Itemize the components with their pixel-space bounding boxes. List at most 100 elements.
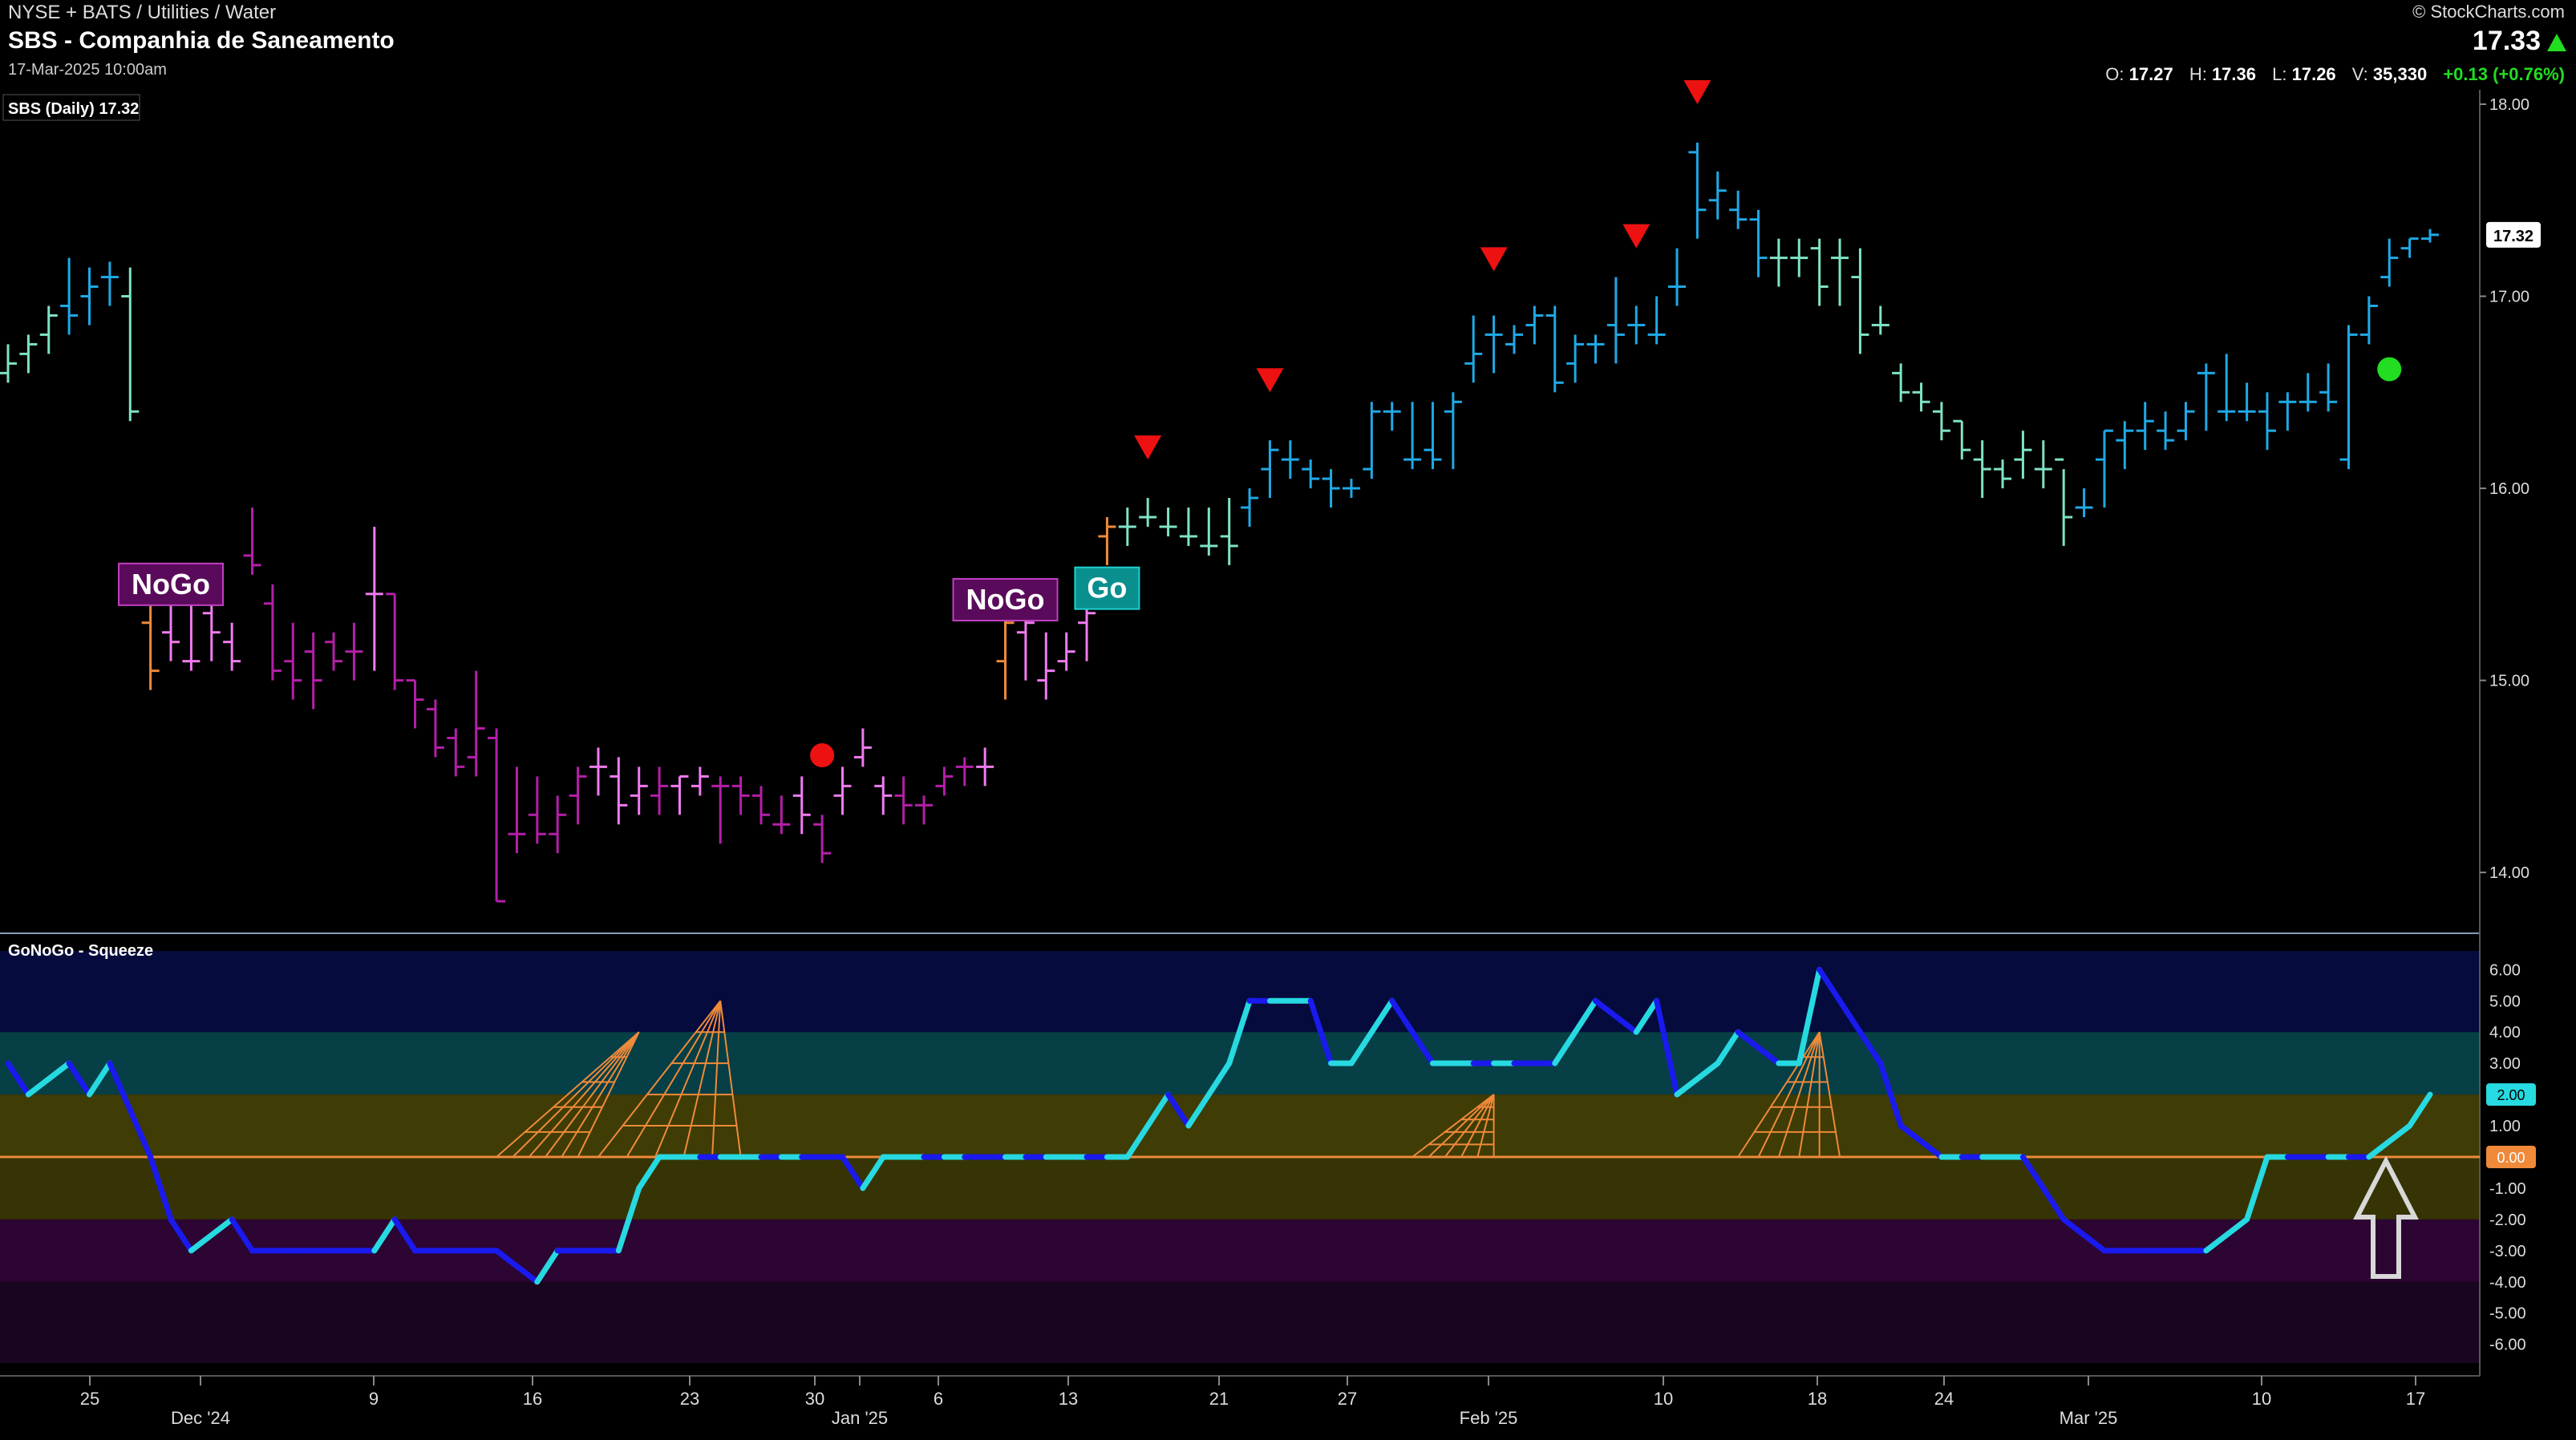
price-bar [1383, 402, 1401, 431]
x-tick-label: 30 [805, 1389, 824, 1409]
price-bar [2034, 440, 2052, 489]
price-bar [1627, 305, 1646, 345]
oscillator-tick-label: -6.00 [2489, 1337, 2526, 1354]
price-bar [610, 757, 628, 825]
oscillator-tick-label: -3.00 [2489, 1243, 2526, 1260]
price-bar [1484, 315, 1503, 374]
price-bar [1810, 238, 1829, 306]
down-triangle-icon [1256, 368, 1284, 393]
oscillator-tick-label: 1.00 [2489, 1118, 2521, 1135]
price-bar [751, 786, 770, 825]
price-bar [1098, 516, 1116, 565]
x-tick-label: Jan '25 [832, 1408, 888, 1428]
go-label: Go [1087, 572, 1127, 605]
price-bar [284, 622, 302, 700]
oscillator-tick-label: -2.00 [2489, 1211, 2526, 1229]
price-bar [2339, 325, 2358, 470]
price-bar [1871, 305, 1889, 335]
price-bar [1586, 334, 1605, 364]
oscillator-band-1 [0, 1032, 2480, 1095]
price-bar [1994, 459, 2012, 489]
price-bar [447, 728, 465, 777]
x-tick-label: 10 [2252, 1389, 2271, 1409]
price-bar [1566, 334, 1585, 383]
price-bars [0, 142, 2439, 903]
nogo-label: NoGo [132, 568, 210, 601]
price-bar [488, 728, 506, 903]
price-bar [894, 776, 913, 825]
x-tick-label: 25 [80, 1389, 99, 1409]
price-bar [2157, 411, 2175, 451]
price-bar [976, 747, 994, 787]
price-bar [2177, 402, 2195, 441]
price-bar [1057, 632, 1075, 671]
price-bar [1179, 508, 1197, 546]
price-bar [528, 776, 546, 844]
price-bar [263, 584, 281, 681]
price-bar [1953, 419, 1971, 460]
price-bar [1606, 277, 1625, 364]
price-bar [1647, 296, 1666, 345]
price-bar [1403, 402, 1422, 470]
oscillator-tick-label: 5.00 [2489, 993, 2521, 1010]
oscillator-band-0 [0, 951, 2480, 1033]
price-bar [2258, 392, 2276, 451]
price-bar [691, 767, 709, 796]
price-bar [1200, 508, 1218, 556]
price-bar [1525, 305, 1544, 345]
price-bar [772, 795, 791, 835]
price-bar [569, 767, 587, 825]
last-price-tag-label: 17.32 [2493, 228, 2533, 245]
oscillator-band-5 [0, 1281, 2480, 1363]
price-bar [853, 728, 872, 767]
price-bar [2218, 354, 2236, 422]
price-bar [1241, 488, 1259, 527]
oscillator-tick-label: 6.00 [2489, 961, 2521, 979]
price-tick-label: 14.00 [2489, 864, 2529, 882]
price-bar [2359, 296, 2378, 345]
price-bar [711, 776, 730, 844]
down-triangle-icon [1622, 224, 1651, 249]
price-bar [1322, 469, 1340, 508]
price-bar [386, 593, 404, 690]
price-bar [0, 344, 17, 383]
oscillator-tick-label: 4.00 [2489, 1024, 2521, 1042]
price-bar [2197, 363, 2215, 431]
x-tick-label: 27 [1338, 1389, 1357, 1409]
price-bar [670, 775, 689, 815]
price-bar [630, 767, 648, 815]
down-triangle-icon [1134, 435, 1162, 460]
oscillator-legend: GoNoGo - Squeeze [8, 942, 153, 960]
price-bar [1912, 382, 1930, 412]
price-bar [121, 267, 140, 422]
x-tick-label: 13 [1059, 1389, 1078, 1409]
price-bar [2319, 363, 2338, 412]
price-bar [100, 261, 119, 306]
price-bar [223, 622, 241, 671]
oscillator-tick-label: -4.00 [2489, 1274, 2526, 1292]
price-bar [304, 632, 322, 710]
x-tick-label: 23 [680, 1389, 699, 1409]
price-bar [2421, 229, 2439, 243]
price-bar [426, 699, 444, 758]
price-bar [80, 267, 99, 326]
price-bar [955, 757, 974, 787]
price-bar [365, 526, 383, 671]
price-bar [731, 776, 750, 815]
price-bar [1688, 142, 1707, 239]
down-triangle-icon [1683, 79, 1711, 104]
x-tick-label: 10 [1654, 1389, 1673, 1409]
price-bar [1220, 498, 1238, 565]
price-bar [2238, 382, 2256, 422]
x-tick-label: 16 [523, 1389, 542, 1409]
price-bar [2136, 402, 2154, 451]
price-bar [874, 776, 893, 815]
price-bar [1281, 440, 1299, 479]
x-tick-label: 24 [1934, 1389, 1954, 1409]
price-bar [1932, 402, 1950, 441]
price-bar [792, 776, 811, 835]
price-bar [813, 815, 832, 864]
price-legend: SBS (Daily) 17.32 [8, 100, 139, 118]
price-bar [2014, 431, 2032, 479]
price-bar [1118, 508, 1136, 546]
